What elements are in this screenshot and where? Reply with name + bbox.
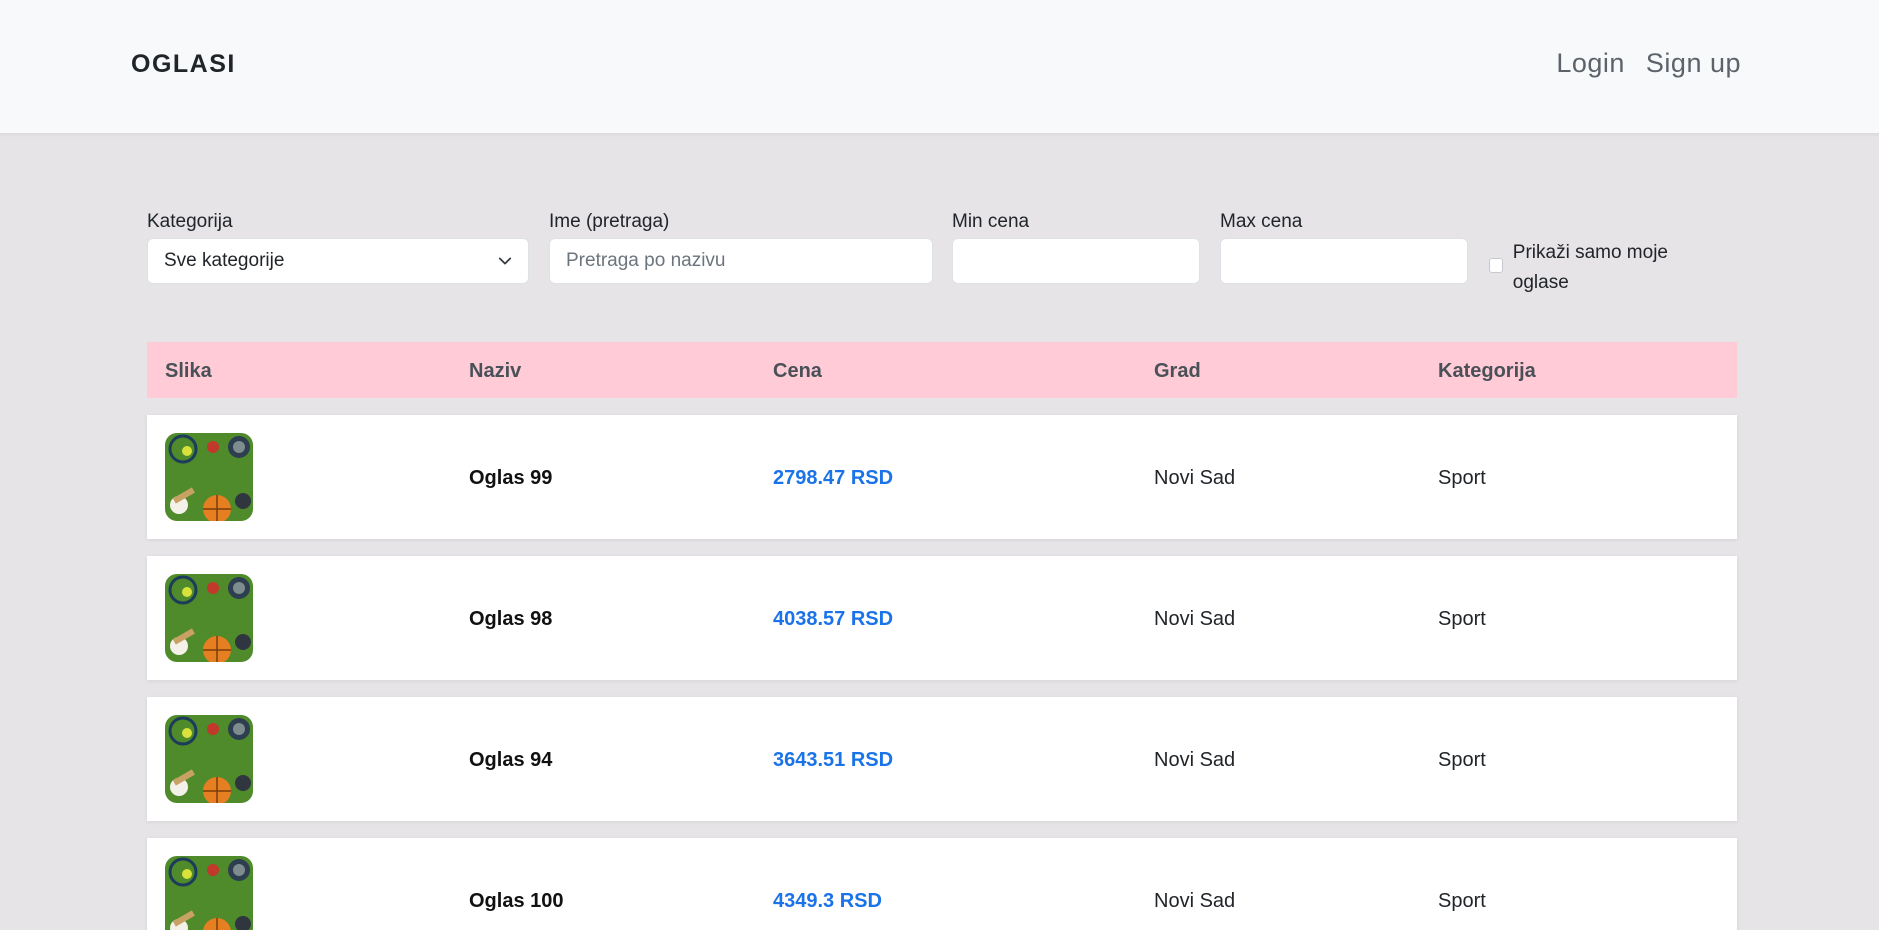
ad-name[interactable]: Oglas 94 <box>469 749 552 772</box>
table-row[interactable]: Oglas 99 2798.47 RSD Novi Sad Sport <box>147 415 1737 539</box>
ad-thumbnail[interactable] <box>165 715 253 803</box>
ad-price: 2798.47 RSD <box>773 467 894 489</box>
header-price: Cena <box>773 360 822 382</box>
max-price-label: Max cena <box>1220 211 1303 232</box>
category-label: Kategorija <box>147 211 233 232</box>
table-header: Slika Naziv Cena Grad Kategorija <box>147 342 1737 398</box>
category-select[interactable]: Sve kategorije <box>147 238 529 284</box>
brand-logo[interactable]: OGLASI <box>131 50 236 79</box>
ad-thumbnail[interactable] <box>165 574 253 662</box>
ad-city: Novi Sad <box>1154 749 1236 771</box>
name-label: Ime (pretraga) <box>549 211 670 232</box>
min-price-filter: Min cena <box>952 210 1200 284</box>
ad-category: Sport <box>1438 608 1486 630</box>
name-search-input[interactable]: Pretraga po nazivu <box>549 238 933 284</box>
ad-thumbnail[interactable] <box>165 433 253 521</box>
ad-city: Novi Sad <box>1154 467 1236 489</box>
ad-name[interactable]: Oglas 100 <box>469 890 564 913</box>
sports-image <box>165 715 253 803</box>
ad-price: 4349.3 RSD <box>773 890 882 912</box>
only-mine-label: Prikaži samo moje oglase <box>1512 242 1668 293</box>
navbar: OGLASI Login Sign up <box>0 0 1879 134</box>
ad-category: Sport <box>1438 467 1486 489</box>
signup-link[interactable]: Sign up <box>1646 48 1741 79</box>
name-search-placeholder: Pretraga po nazivu <box>566 250 726 271</box>
ad-thumbnail[interactable] <box>165 856 253 930</box>
header-category: Kategorija <box>1438 360 1536 382</box>
table-row[interactable]: Oglas 94 3643.51 RSD Novi Sad Sport <box>147 697 1737 821</box>
sports-image <box>165 574 253 662</box>
category-select-value: Sve kategorije <box>164 250 285 271</box>
only-mine-checkbox[interactable] <box>1489 258 1503 273</box>
category-filter: Kategorija Sve kategorije <box>147 210 529 284</box>
ad-price: 3643.51 RSD <box>773 749 894 771</box>
name-filter: Ime (pretraga) Pretraga po nazivu <box>549 210 933 284</box>
ads-table: Slika Naziv Cena Grad Kategorija Oglas 9… <box>147 342 1737 930</box>
ad-city: Novi Sad <box>1154 890 1236 912</box>
ad-name[interactable]: Oglas 99 <box>469 467 552 490</box>
table-row[interactable]: Oglas 98 4038.57 RSD Novi Sad Sport <box>147 556 1737 680</box>
ad-category: Sport <box>1438 890 1486 912</box>
header-image: Slika <box>165 360 212 382</box>
only-mine-filter: Prikaži samo moje oglase <box>1489 238 1709 298</box>
ad-name[interactable]: Oglas 98 <box>469 608 552 631</box>
ad-category: Sport <box>1438 749 1486 771</box>
header-city: Grad <box>1154 360 1201 382</box>
header-name: Naziv <box>469 360 522 382</box>
table-row[interactable]: Oglas 100 4349.3 RSD Novi Sad Sport <box>147 838 1737 930</box>
max-price-filter: Max cena <box>1220 210 1468 284</box>
ad-price: 4038.57 RSD <box>773 608 894 630</box>
filters-bar: Kategorija Sve kategorije Ime (pretraga)… <box>147 210 1737 300</box>
ad-city: Novi Sad <box>1154 608 1236 630</box>
login-link[interactable]: Login <box>1556 48 1625 79</box>
sports-image <box>165 856 253 930</box>
sports-image <box>165 433 253 521</box>
nav-links: Login Sign up <box>1556 48 1741 79</box>
min-price-label: Min cena <box>952 211 1030 232</box>
max-price-input[interactable] <box>1220 238 1468 284</box>
chevron-down-icon <box>498 257 512 265</box>
min-price-input[interactable] <box>952 238 1200 284</box>
